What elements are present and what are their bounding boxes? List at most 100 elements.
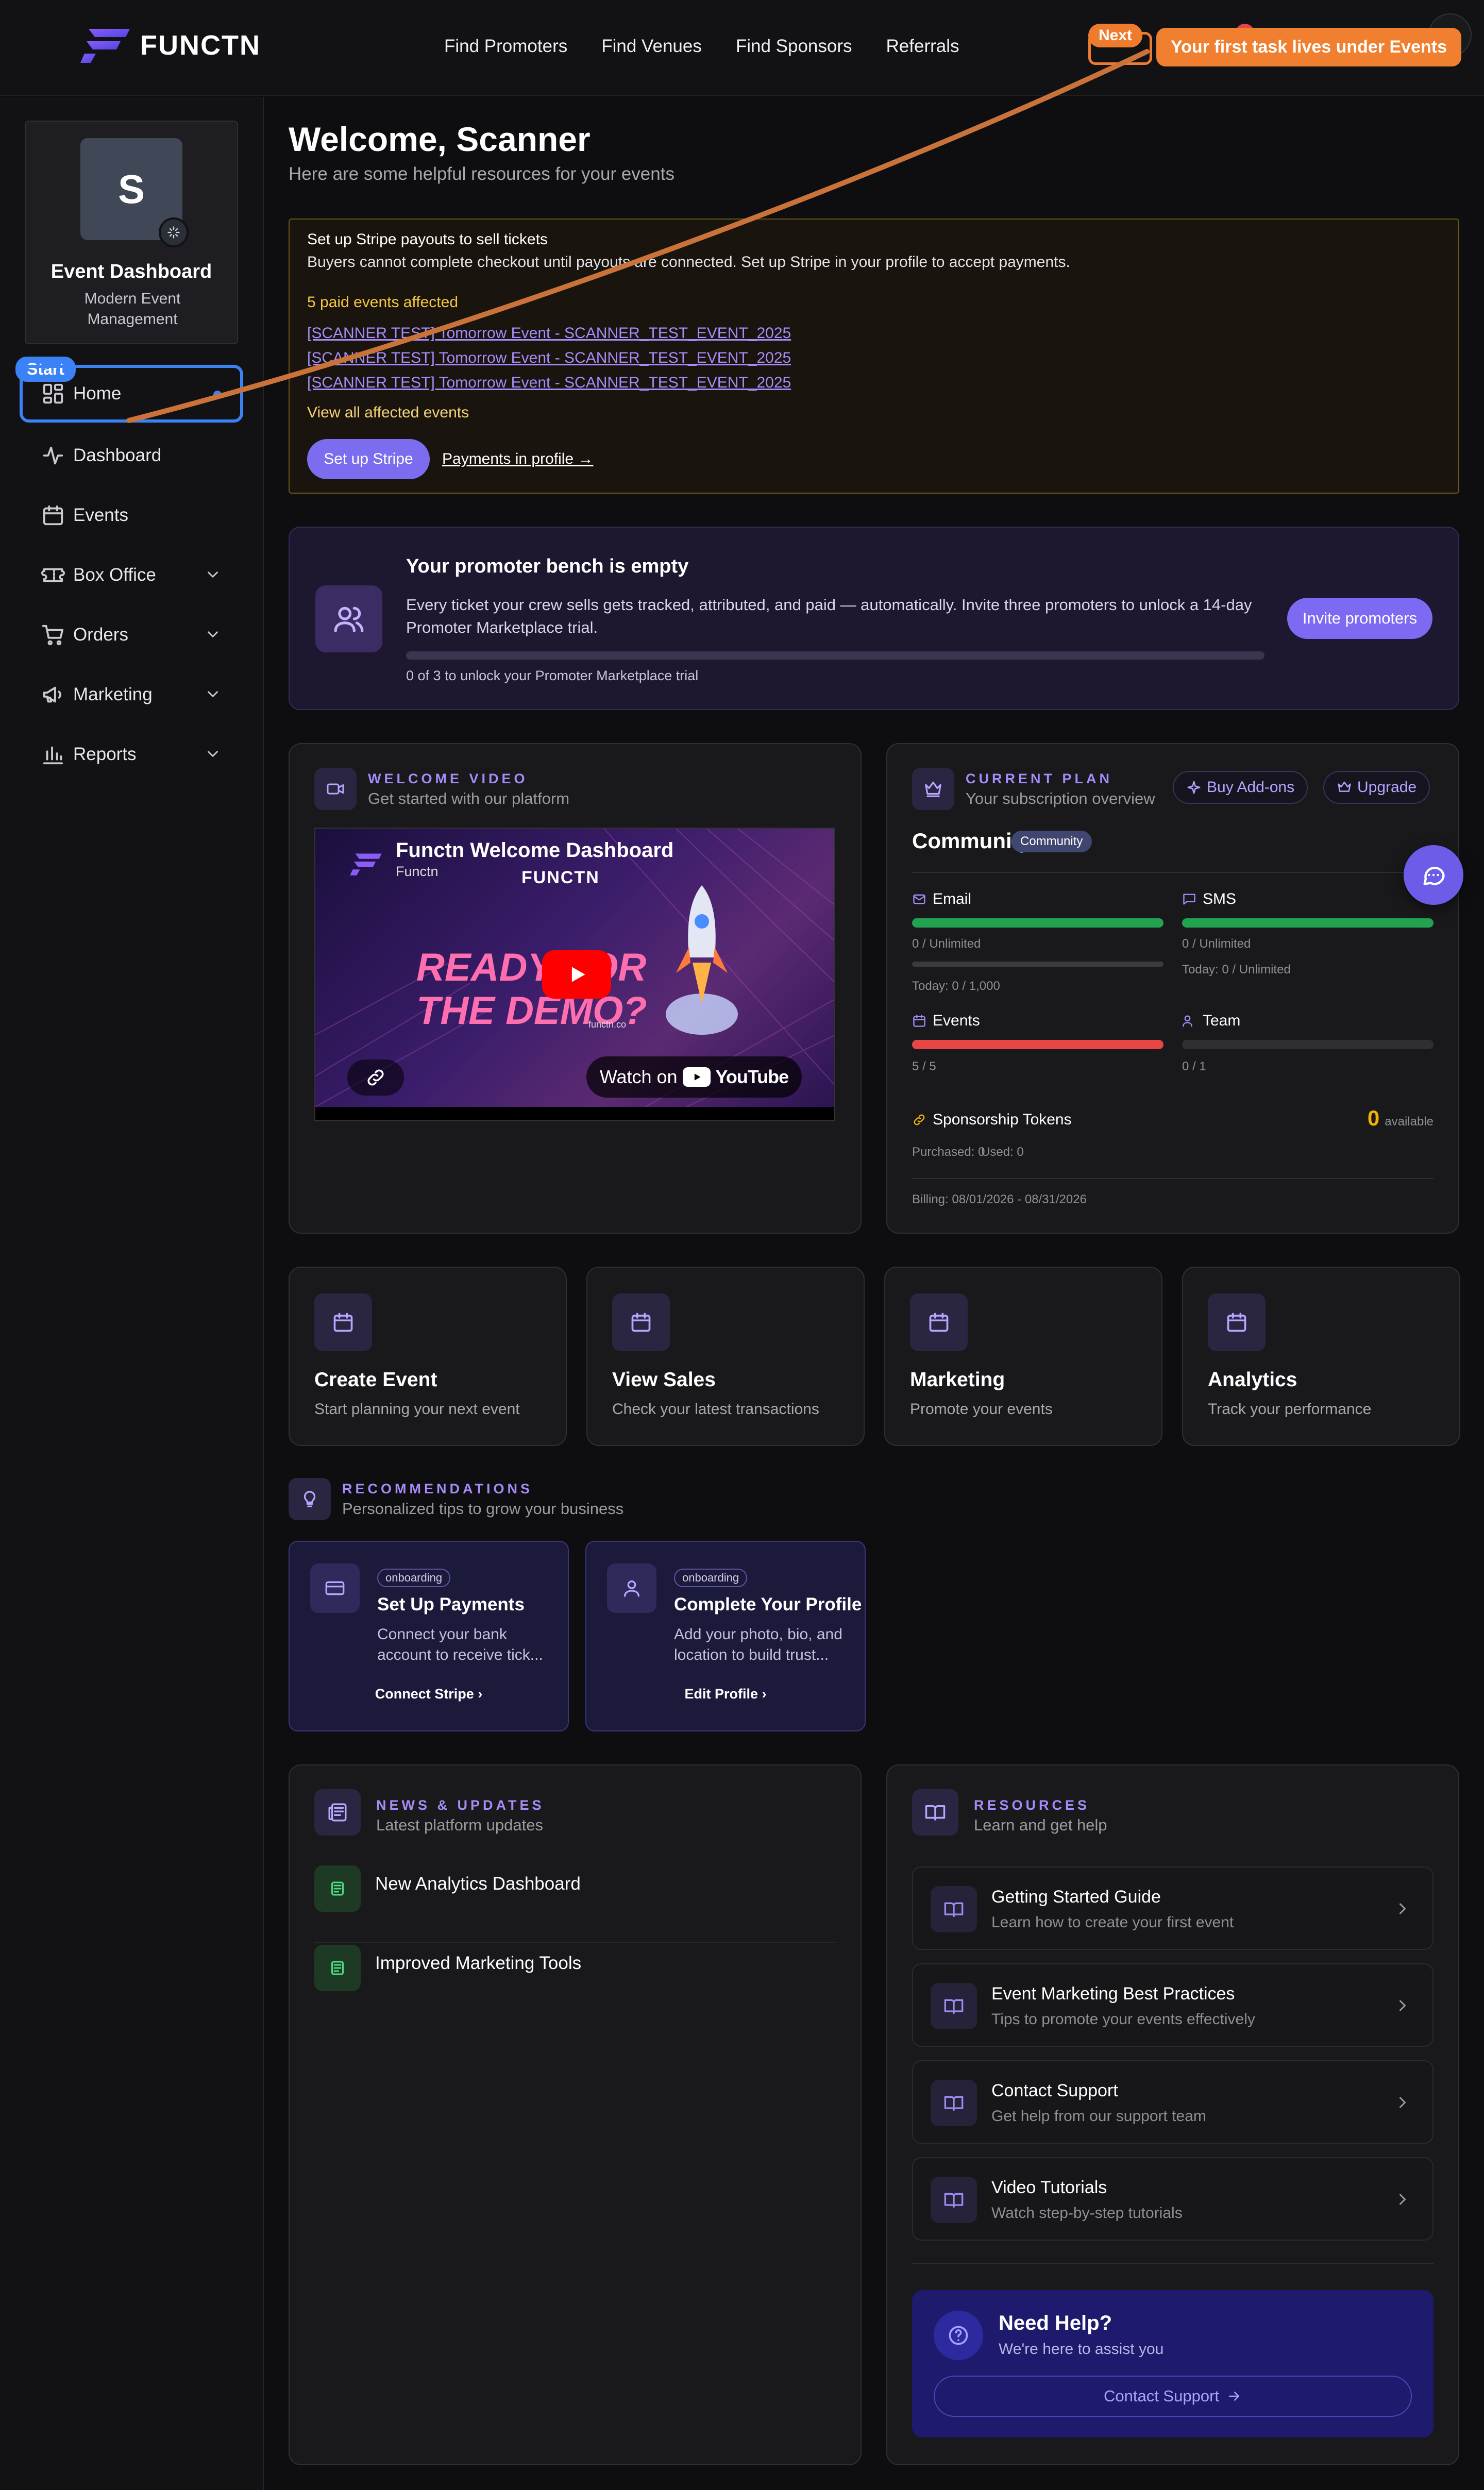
welcome-video-card: WELCOME VIDEO Get started with our platf… (289, 743, 862, 1234)
calendar-icon (1208, 1293, 1266, 1351)
chevron-down-icon[interactable] (204, 745, 222, 763)
bar-chart-icon (43, 746, 63, 765)
sparkle-badge-icon[interactable] (159, 217, 189, 247)
sidebar: S Event Dashboard Modern Event Managemen… (0, 97, 264, 2490)
crown-icon (1338, 781, 1351, 792)
page-subtitle: Here are some helpful resources for your… (289, 164, 674, 184)
video-url: functn.co (588, 1019, 627, 1030)
chevron-down-icon[interactable] (204, 566, 222, 583)
section-caps-title: RECOMMENDATIONS (342, 1481, 533, 1496)
youtube-wordmark: YouTube (715, 1066, 789, 1087)
recommendation-title: Complete Your Profile (674, 1594, 862, 1614)
calendar-icon (314, 1293, 372, 1351)
sidebar-item-box-office[interactable]: Box Office (20, 546, 243, 604)
section-subtitle: Get started with our platform (368, 789, 570, 807)
affected-event-link[interactable]: [SCANNER TEST] Tomorrow Event - SCANNER_… (307, 349, 791, 367)
sidebar-item-label: Events (73, 505, 128, 525)
edit-profile-action[interactable]: Edit Profile › (586, 1686, 865, 1702)
events-usage-label: Events (912, 1012, 980, 1030)
sidebar-item-events[interactable]: Events (20, 486, 243, 544)
quick-action-view-sales[interactable]: View Sales Check your latest transaction… (586, 1267, 865, 1446)
sidebar-item-label: Dashboard (73, 445, 162, 465)
sms-usage-fill (1182, 918, 1434, 928)
video-title[interactable]: Functn Welcome Dashboard (396, 839, 673, 862)
alert-description: Buyers cannot complete checkout until pa… (307, 254, 1070, 271)
bench-progress-bar (406, 651, 1264, 660)
quick-action-title: Create Event (314, 1369, 437, 1391)
profile-card: S Event Dashboard Modern Event Managemen… (25, 121, 238, 344)
recommendation-card-profile[interactable]: onboarding Complete Your Profile Add you… (585, 1541, 866, 1731)
tour-tooltip[interactable]: Your first task lives under Events (1156, 28, 1461, 66)
affected-event-link[interactable]: [SCANNER TEST] Tomorrow Event - SCANNER_… (307, 325, 791, 342)
divider (912, 872, 1434, 873)
affected-event-link[interactable]: [SCANNER TEST] Tomorrow Event - SCANNER_… (307, 374, 791, 392)
calendar-icon (913, 1015, 925, 1027)
section-caps-title: CURRENT PLAN (966, 771, 1112, 786)
news-item[interactable]: Improved Marketing Tools (314, 1945, 836, 2022)
chevron-right-icon (1399, 2194, 1406, 2205)
resource-title: Getting Started Guide (991, 1887, 1161, 1907)
book-icon (931, 1983, 977, 2029)
team-label: Team (1203, 1012, 1241, 1029)
brand-logo[interactable]: FUNCTN (79, 27, 261, 64)
play-button[interactable] (542, 950, 611, 999)
email-label: Email (933, 890, 972, 907)
contact-support-button[interactable]: Contact Support (934, 2376, 1412, 2417)
user-icon (607, 1563, 656, 1613)
chevron-right-icon: › (478, 1686, 483, 1702)
quick-action-analytics[interactable]: Analytics Track your performance (1182, 1267, 1460, 1446)
tokens-title: Sponsorship Tokens (933, 1111, 1072, 1128)
arrow-right-icon (1229, 2392, 1240, 2401)
tokens-used: Used: 0 (981, 1145, 1024, 1159)
alert-title: Set up Stripe payouts to sell tickets (307, 231, 548, 248)
activity-icon (43, 446, 63, 465)
chevron-down-icon[interactable] (204, 685, 222, 703)
news-item[interactable]: New Analytics Dashboard (314, 1865, 836, 1943)
team-usage-value: 0 / 1 (1182, 1059, 1206, 1073)
connect-stripe-action[interactable]: Connect Stripe › (290, 1686, 568, 1702)
watch-on-youtube-button[interactable]: Watch on YouTube (586, 1056, 802, 1098)
nav-find-venues[interactable]: Find Venues (601, 36, 702, 57)
quick-action-create-event[interactable]: Create Event Start planning your next ev… (289, 1267, 567, 1446)
users-icon (315, 585, 382, 652)
resource-contact-support[interactable]: Contact Support Get help from our suppor… (912, 2060, 1434, 2144)
quick-action-marketing[interactable]: Marketing Promote your events (884, 1267, 1162, 1446)
sidebar-item-marketing[interactable]: Marketing (20, 666, 243, 724)
resource-video-tutorials[interactable]: Video Tutorials Watch step-by-step tutor… (912, 2157, 1434, 2241)
sidebar-item-home[interactable]: Home (20, 365, 243, 423)
recommendation-tag: onboarding (377, 1569, 451, 1587)
watch-label: Watch on (599, 1066, 678, 1087)
nav-referrals[interactable]: Referrals (886, 36, 959, 57)
help-circle-icon (934, 2311, 983, 2360)
link-icon[interactable] (347, 1059, 404, 1096)
setup-stripe-button[interactable]: Set up Stripe (307, 439, 430, 479)
help-title: Need Help? (999, 2312, 1112, 2334)
email-daily-value: Today: 0 / 1,000 (912, 979, 1000, 993)
resource-marketing-best-practices[interactable]: Event Marketing Best Practices Tips to p… (912, 1963, 1434, 2047)
resource-getting-started[interactable]: Getting Started Guide Learn how to creat… (912, 1866, 1434, 1950)
buy-addons-button[interactable]: Buy Add-ons (1173, 771, 1308, 804)
sms-usage-label: SMS (1182, 890, 1236, 908)
sidebar-item-orders[interactable]: Orders (20, 606, 243, 664)
sidebar-item-reports[interactable]: Reports (20, 726, 243, 783)
invite-promoters-button[interactable]: Invite promoters (1287, 598, 1432, 639)
chevron-down-icon[interactable] (204, 626, 222, 643)
book-icon (931, 2080, 977, 2126)
upgrade-button[interactable]: Upgrade (1323, 771, 1430, 804)
youtube-embed[interactable]: Functn Welcome Dashboard Functn FUNCTN R… (314, 828, 835, 1121)
calendar-icon (612, 1293, 670, 1351)
view-all-affected-link[interactable]: View all affected events (307, 404, 469, 422)
nav-find-promoters[interactable]: Find Promoters (444, 36, 567, 57)
sidebar-item-dashboard[interactable]: Dashboard (20, 427, 243, 484)
chat-support-button[interactable] (1404, 845, 1463, 905)
payments-profile-link[interactable]: Payments in profile → (442, 450, 593, 468)
page-title: Welcome, Scanner (289, 120, 591, 158)
recommendation-tag: onboarding (674, 1569, 748, 1587)
email-usage-label: Email (912, 890, 971, 908)
recommendation-card-payments[interactable]: onboarding Set Up Payments Connect your … (289, 1541, 569, 1731)
recommendation-desc: Connect your bank account to receive tic… (377, 1626, 543, 1663)
nav-find-sponsors[interactable]: Find Sponsors (736, 36, 852, 57)
calendar-icon (43, 505, 63, 526)
tour-next-badge[interactable]: Next (1088, 24, 1143, 47)
plan-badge: Community (1011, 831, 1092, 852)
